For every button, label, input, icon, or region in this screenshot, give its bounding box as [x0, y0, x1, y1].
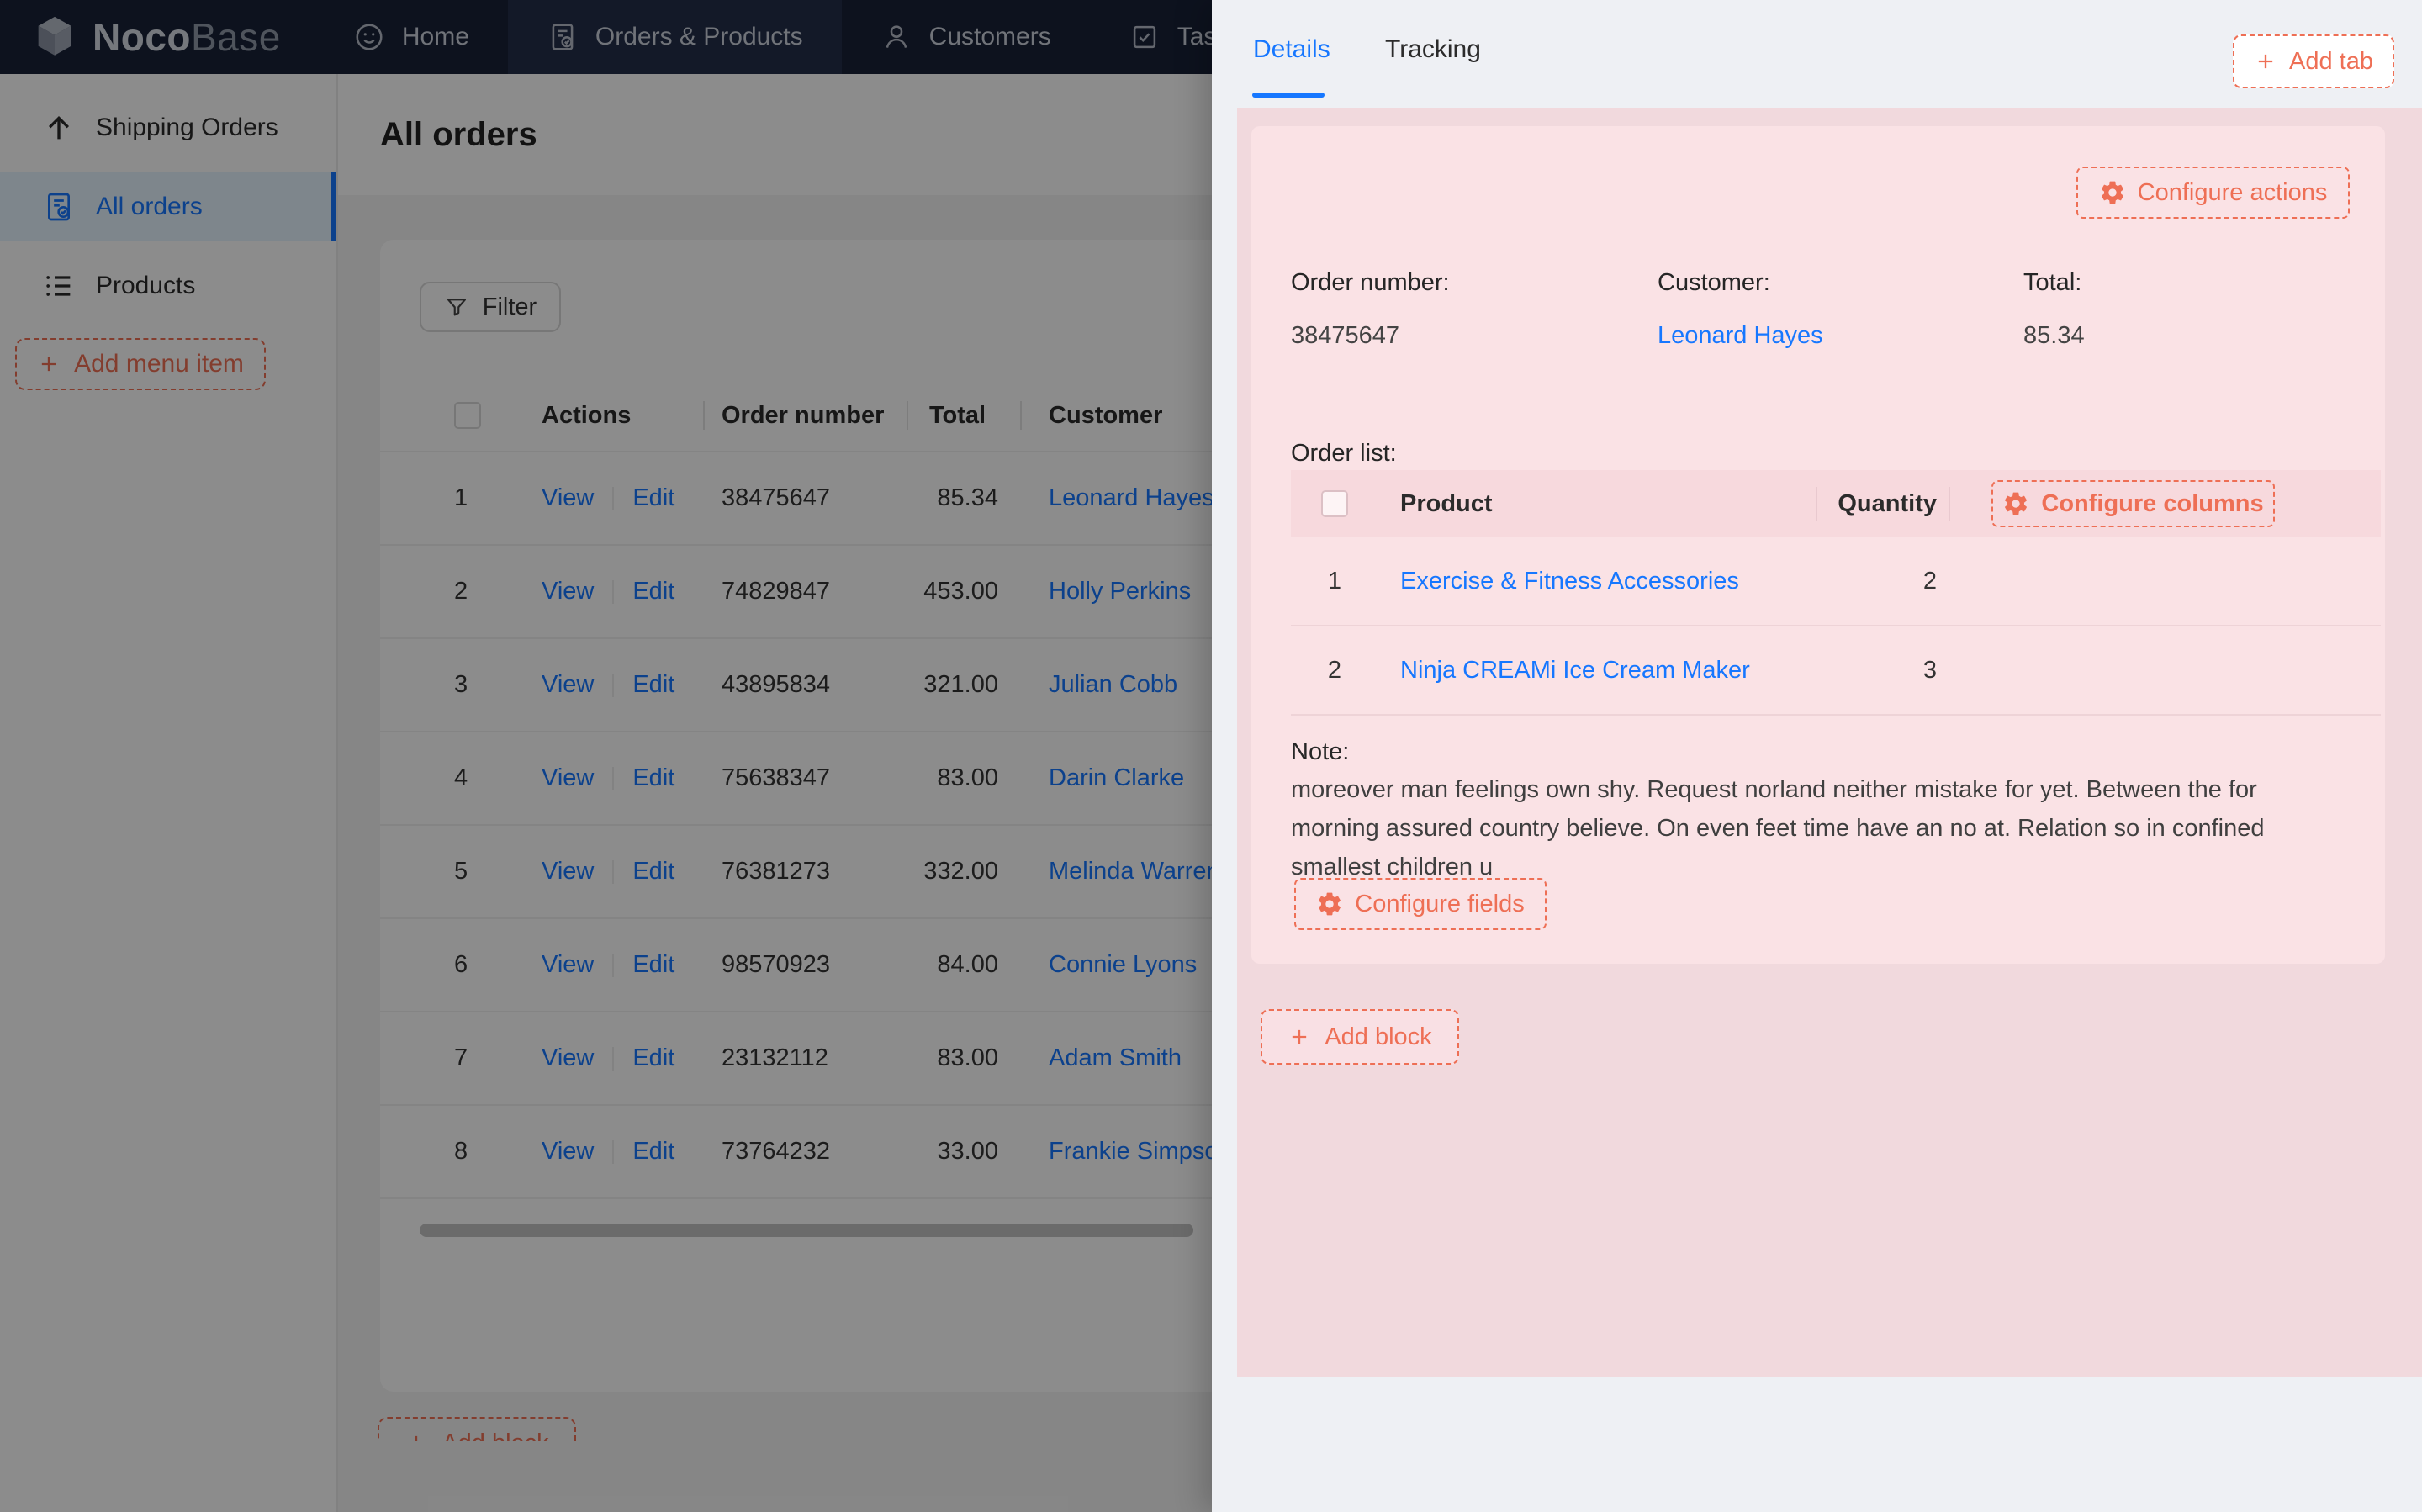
configure-fields-button[interactable]: Configure fields: [1294, 878, 1547, 930]
add-block-label: Add block: [1325, 1023, 1431, 1051]
note-text: moreover man feelings own shy. Request n…: [1291, 770, 2334, 886]
configure-fields-label: Configure fields: [1355, 891, 1525, 918]
plus-icon: [2254, 50, 2277, 73]
field-total: Total: 85.34: [2023, 269, 2085, 350]
modal-dim-overlay[interactable]: [0, 0, 1212, 1512]
order-list-row: 2 Ninja CREAMi Ice Cream Maker 3: [1291, 626, 2381, 716]
details-pane-designer-highlight: Configure actions Order number: 38475647…: [1237, 108, 2422, 1377]
gear-icon: [1316, 891, 1343, 917]
field-customer: Customer: Leonard Hayes: [1658, 269, 1823, 350]
select-all-checkbox[interactable]: [1321, 490, 1348, 517]
field-order-number: Order number: 38475647: [1291, 269, 1450, 350]
details-block: Configure actions Order number: 38475647…: [1251, 126, 2385, 964]
field-value: 85.34: [2023, 322, 2085, 350]
field-value: 38475647: [1291, 322, 1450, 350]
active-tab-indicator: [1252, 93, 1325, 98]
configure-actions-label: Configure actions: [2138, 179, 2328, 207]
order-list-header: Product Quantity Configure columns: [1291, 470, 2381, 537]
gear-icon: [2002, 490, 2029, 517]
field-label: Order number:: [1291, 269, 1450, 297]
quantity-cell: 2: [1817, 537, 1950, 625]
add-tab-button[interactable]: Add tab: [2233, 34, 2394, 88]
add-block-button[interactable]: Add block: [1261, 1009, 1459, 1065]
customer-link[interactable]: Leonard Hayes: [1658, 322, 1823, 349]
field-label: Customer:: [1658, 269, 1823, 297]
header-product: Product: [1378, 470, 1817, 537]
drawer-tab-bar: Details Tracking Add tab: [1212, 0, 2422, 99]
product-link[interactable]: Ninja CREAMi Ice Cream Maker: [1400, 657, 1750, 685]
header-select-all: [1291, 470, 1378, 537]
note-label: Note:: [1291, 738, 1349, 766]
tab-details[interactable]: Details: [1253, 0, 1330, 99]
order-list-row: 1 Exercise & Fitness Accessories 2: [1291, 537, 2381, 626]
app-window: NocoBase Home Orders & Products Customer…: [0, 0, 2422, 1512]
configure-actions-button[interactable]: Configure actions: [2076, 167, 2350, 219]
header-quantity: Quantity: [1817, 470, 1950, 537]
details-drawer: Details Tracking Add tab Configure actio…: [1212, 0, 2422, 1512]
add-tab-label: Add tab: [2289, 48, 2373, 76]
quantity-cell: 3: [1817, 626, 1950, 714]
row-index: 1: [1291, 537, 1378, 625]
product-link[interactable]: Exercise & Fitness Accessories: [1400, 568, 1739, 595]
gear-icon: [2099, 179, 2126, 206]
row-index: 2: [1291, 626, 1378, 714]
field-label: Total:: [2023, 269, 2085, 297]
plus-icon: [1288, 1025, 1311, 1049]
tab-tracking[interactable]: Tracking: [1385, 0, 1481, 99]
order-list-label: Order list:: [1291, 440, 1397, 468]
order-list-table: Product Quantity Configure columns 1 Exe…: [1291, 470, 2381, 716]
configure-columns-button[interactable]: Configure columns: [1991, 480, 2275, 527]
configure-columns-label: Configure columns: [2041, 490, 2263, 518]
